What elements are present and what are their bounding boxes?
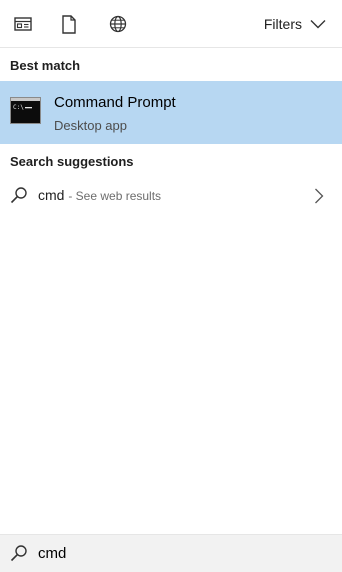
search-box[interactable] bbox=[0, 534, 342, 572]
web-icon[interactable] bbox=[108, 14, 128, 34]
filter-toolbar: Filters bbox=[0, 0, 342, 48]
best-match-header: Best match bbox=[10, 58, 81, 73]
suggestion-query: cmd bbox=[38, 187, 65, 203]
result-subtitle: Desktop app bbox=[54, 118, 127, 133]
apps-icon[interactable] bbox=[13, 14, 33, 34]
chevron-down-icon bbox=[310, 20, 326, 29]
svg-text:C:\: C:\ bbox=[13, 104, 24, 111]
best-match-result[interactable]: C:\ Command Prompt Desktop app bbox=[0, 81, 342, 144]
search-panel: Filters Best match C:\ Command Prompt De… bbox=[0, 0, 342, 572]
search-icon bbox=[10, 544, 28, 562]
filters-button[interactable]: Filters bbox=[264, 14, 326, 34]
search-icon bbox=[10, 186, 28, 204]
chevron-right-icon[interactable] bbox=[314, 188, 324, 204]
result-title: Command Prompt bbox=[54, 94, 176, 111]
filters-label: Filters bbox=[263, 16, 302, 32]
documents-icon[interactable] bbox=[59, 14, 79, 34]
web-suggestion-item[interactable]: cmd - See web results bbox=[0, 180, 342, 212]
command-prompt-icon: C:\ bbox=[10, 97, 41, 124]
suggestion-hint: - See web results bbox=[68, 189, 162, 203]
suggestion-text: cmd - See web results bbox=[38, 187, 161, 203]
search-suggestions-header: Search suggestions bbox=[10, 154, 134, 169]
search-input[interactable] bbox=[36, 541, 328, 565]
